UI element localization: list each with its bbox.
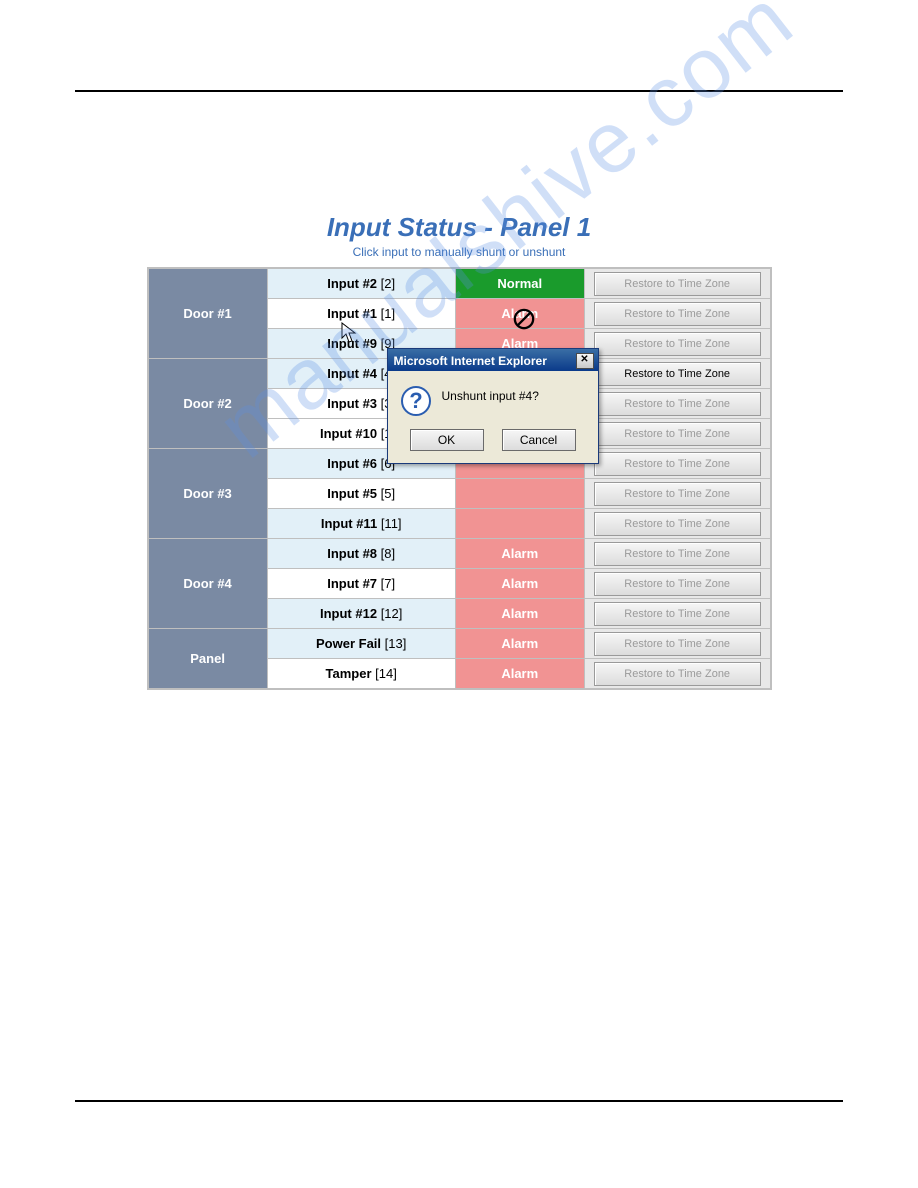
restore-cell: Restore to Time Zone <box>584 539 770 569</box>
input-index: [7] <box>381 576 395 591</box>
input-index: [13] <box>385 636 407 651</box>
input-index: [11] <box>381 516 402 531</box>
restore-cell: Restore to Time Zone <box>584 419 770 449</box>
input-cell[interactable]: Input #11 [11] <box>267 509 455 539</box>
restore-button: Restore to Time Zone <box>594 482 761 506</box>
input-cell[interactable]: Input #1 [1] <box>267 299 455 329</box>
state-cell: Alarm <box>455 599 584 629</box>
restore-button: Restore to Time Zone <box>594 422 761 446</box>
restore-cell: Restore to Time Zone <box>584 599 770 629</box>
input-name: Input #6 <box>327 456 377 471</box>
ok-button[interactable]: OK <box>410 429 484 451</box>
status-table: Door #1Input #2 [2]NormalRestore to Time… <box>147 267 772 690</box>
input-name: Input #1 <box>327 306 377 321</box>
dialog-title: Microsoft Internet Explorer <box>394 354 547 368</box>
restore-cell: Restore to Time Zone <box>584 569 770 599</box>
state-cell: Alarm <box>455 299 584 329</box>
state-cell <box>455 509 584 539</box>
restore-button: Restore to Time Zone <box>594 662 761 686</box>
svg-text:?: ? <box>409 388 422 413</box>
state-cell <box>455 479 584 509</box>
restore-button: Restore to Time Zone <box>594 542 761 566</box>
input-name: Input #11 <box>321 516 377 531</box>
restore-button: Restore to Time Zone <box>594 602 761 626</box>
input-name: Input #4 <box>327 366 377 381</box>
restore-cell: Restore to Time Zone <box>584 389 770 419</box>
question-icon: ? <box>400 385 432 417</box>
restore-cell: Restore to Time Zone <box>584 449 770 479</box>
input-index: [12] <box>381 606 403 621</box>
restore-cell: Restore to Time Zone <box>584 479 770 509</box>
restore-button: Restore to Time Zone <box>594 332 761 356</box>
restore-button: Restore to Time Zone <box>594 302 761 326</box>
input-cell[interactable]: Input #2 [2] <box>267 268 455 299</box>
restore-button: Restore to Time Zone <box>594 272 761 296</box>
restore-button: Restore to Time Zone <box>594 452 761 476</box>
bottom-rule <box>75 1100 843 1102</box>
group-label: Door #2 <box>148 359 268 449</box>
restore-cell: Restore to Time Zone <box>584 268 770 299</box>
input-name: Input #7 <box>327 576 377 591</box>
input-index: [5] <box>381 486 395 501</box>
state-cell: Normal <box>455 268 584 299</box>
input-name: Input #9 <box>327 336 377 351</box>
confirm-dialog: Microsoft Internet Explorer ✕ ? Unshunt … <box>387 348 599 464</box>
restore-button: Restore to Time Zone <box>594 572 761 596</box>
group-label: Door #1 <box>148 268 268 359</box>
input-name: Input #2 <box>327 276 377 291</box>
state-cell: Alarm <box>455 659 584 690</box>
top-rule <box>75 90 843 92</box>
state-cell: Alarm <box>455 569 584 599</box>
restore-button: Restore to Time Zone <box>594 512 761 536</box>
input-index: [1] <box>381 306 395 321</box>
state-cell: Alarm <box>455 629 584 659</box>
dialog-message: Unshunt input #4? <box>442 385 539 403</box>
input-cell[interactable]: Input #5 [5] <box>267 479 455 509</box>
input-cell[interactable]: Power Fail [13] <box>267 629 455 659</box>
restore-cell: Restore to Time Zone <box>584 359 770 389</box>
dialog-close-button[interactable]: ✕ <box>576 353 594 369</box>
state-cell: Alarm <box>455 539 584 569</box>
page-title: Input Status - Panel 1 <box>147 212 772 243</box>
group-label: Panel <box>148 629 268 690</box>
input-name: Input #8 <box>327 546 377 561</box>
restore-cell: Restore to Time Zone <box>584 659 770 690</box>
input-cell[interactable]: Input #12 [12] <box>267 599 455 629</box>
restore-cell: Restore to Time Zone <box>584 329 770 359</box>
panel-wrap: Input Status - Panel 1 Click input to ma… <box>147 212 772 690</box>
dialog-titlebar: Microsoft Internet Explorer ✕ <box>388 349 598 371</box>
restore-button[interactable]: Restore to Time Zone <box>594 362 761 386</box>
restore-button: Restore to Time Zone <box>594 632 761 656</box>
restore-cell: Restore to Time Zone <box>584 299 770 329</box>
restore-cell: Restore to Time Zone <box>584 509 770 539</box>
input-cell[interactable]: Input #8 [8] <box>267 539 455 569</box>
input-name: Input #5 <box>327 486 377 501</box>
input-name: Input #3 <box>327 396 377 411</box>
input-index: [2] <box>381 276 395 291</box>
input-name: Tamper <box>326 666 372 681</box>
input-index: [14] <box>375 666 397 681</box>
restore-button: Restore to Time Zone <box>594 392 761 416</box>
input-name: Input #12 <box>320 606 377 621</box>
page-subtitle: Click input to manually shunt or unshunt <box>147 245 772 259</box>
input-name: Power Fail <box>316 636 381 651</box>
input-cell[interactable]: Input #7 [7] <box>267 569 455 599</box>
cancel-button[interactable]: Cancel <box>502 429 576 451</box>
group-label: Door #3 <box>148 449 268 539</box>
input-name: Input #10 <box>320 426 377 441</box>
input-index: [8] <box>381 546 395 561</box>
restore-cell: Restore to Time Zone <box>584 629 770 659</box>
input-cell[interactable]: Tamper [14] <box>267 659 455 690</box>
group-label: Door #4 <box>148 539 268 629</box>
